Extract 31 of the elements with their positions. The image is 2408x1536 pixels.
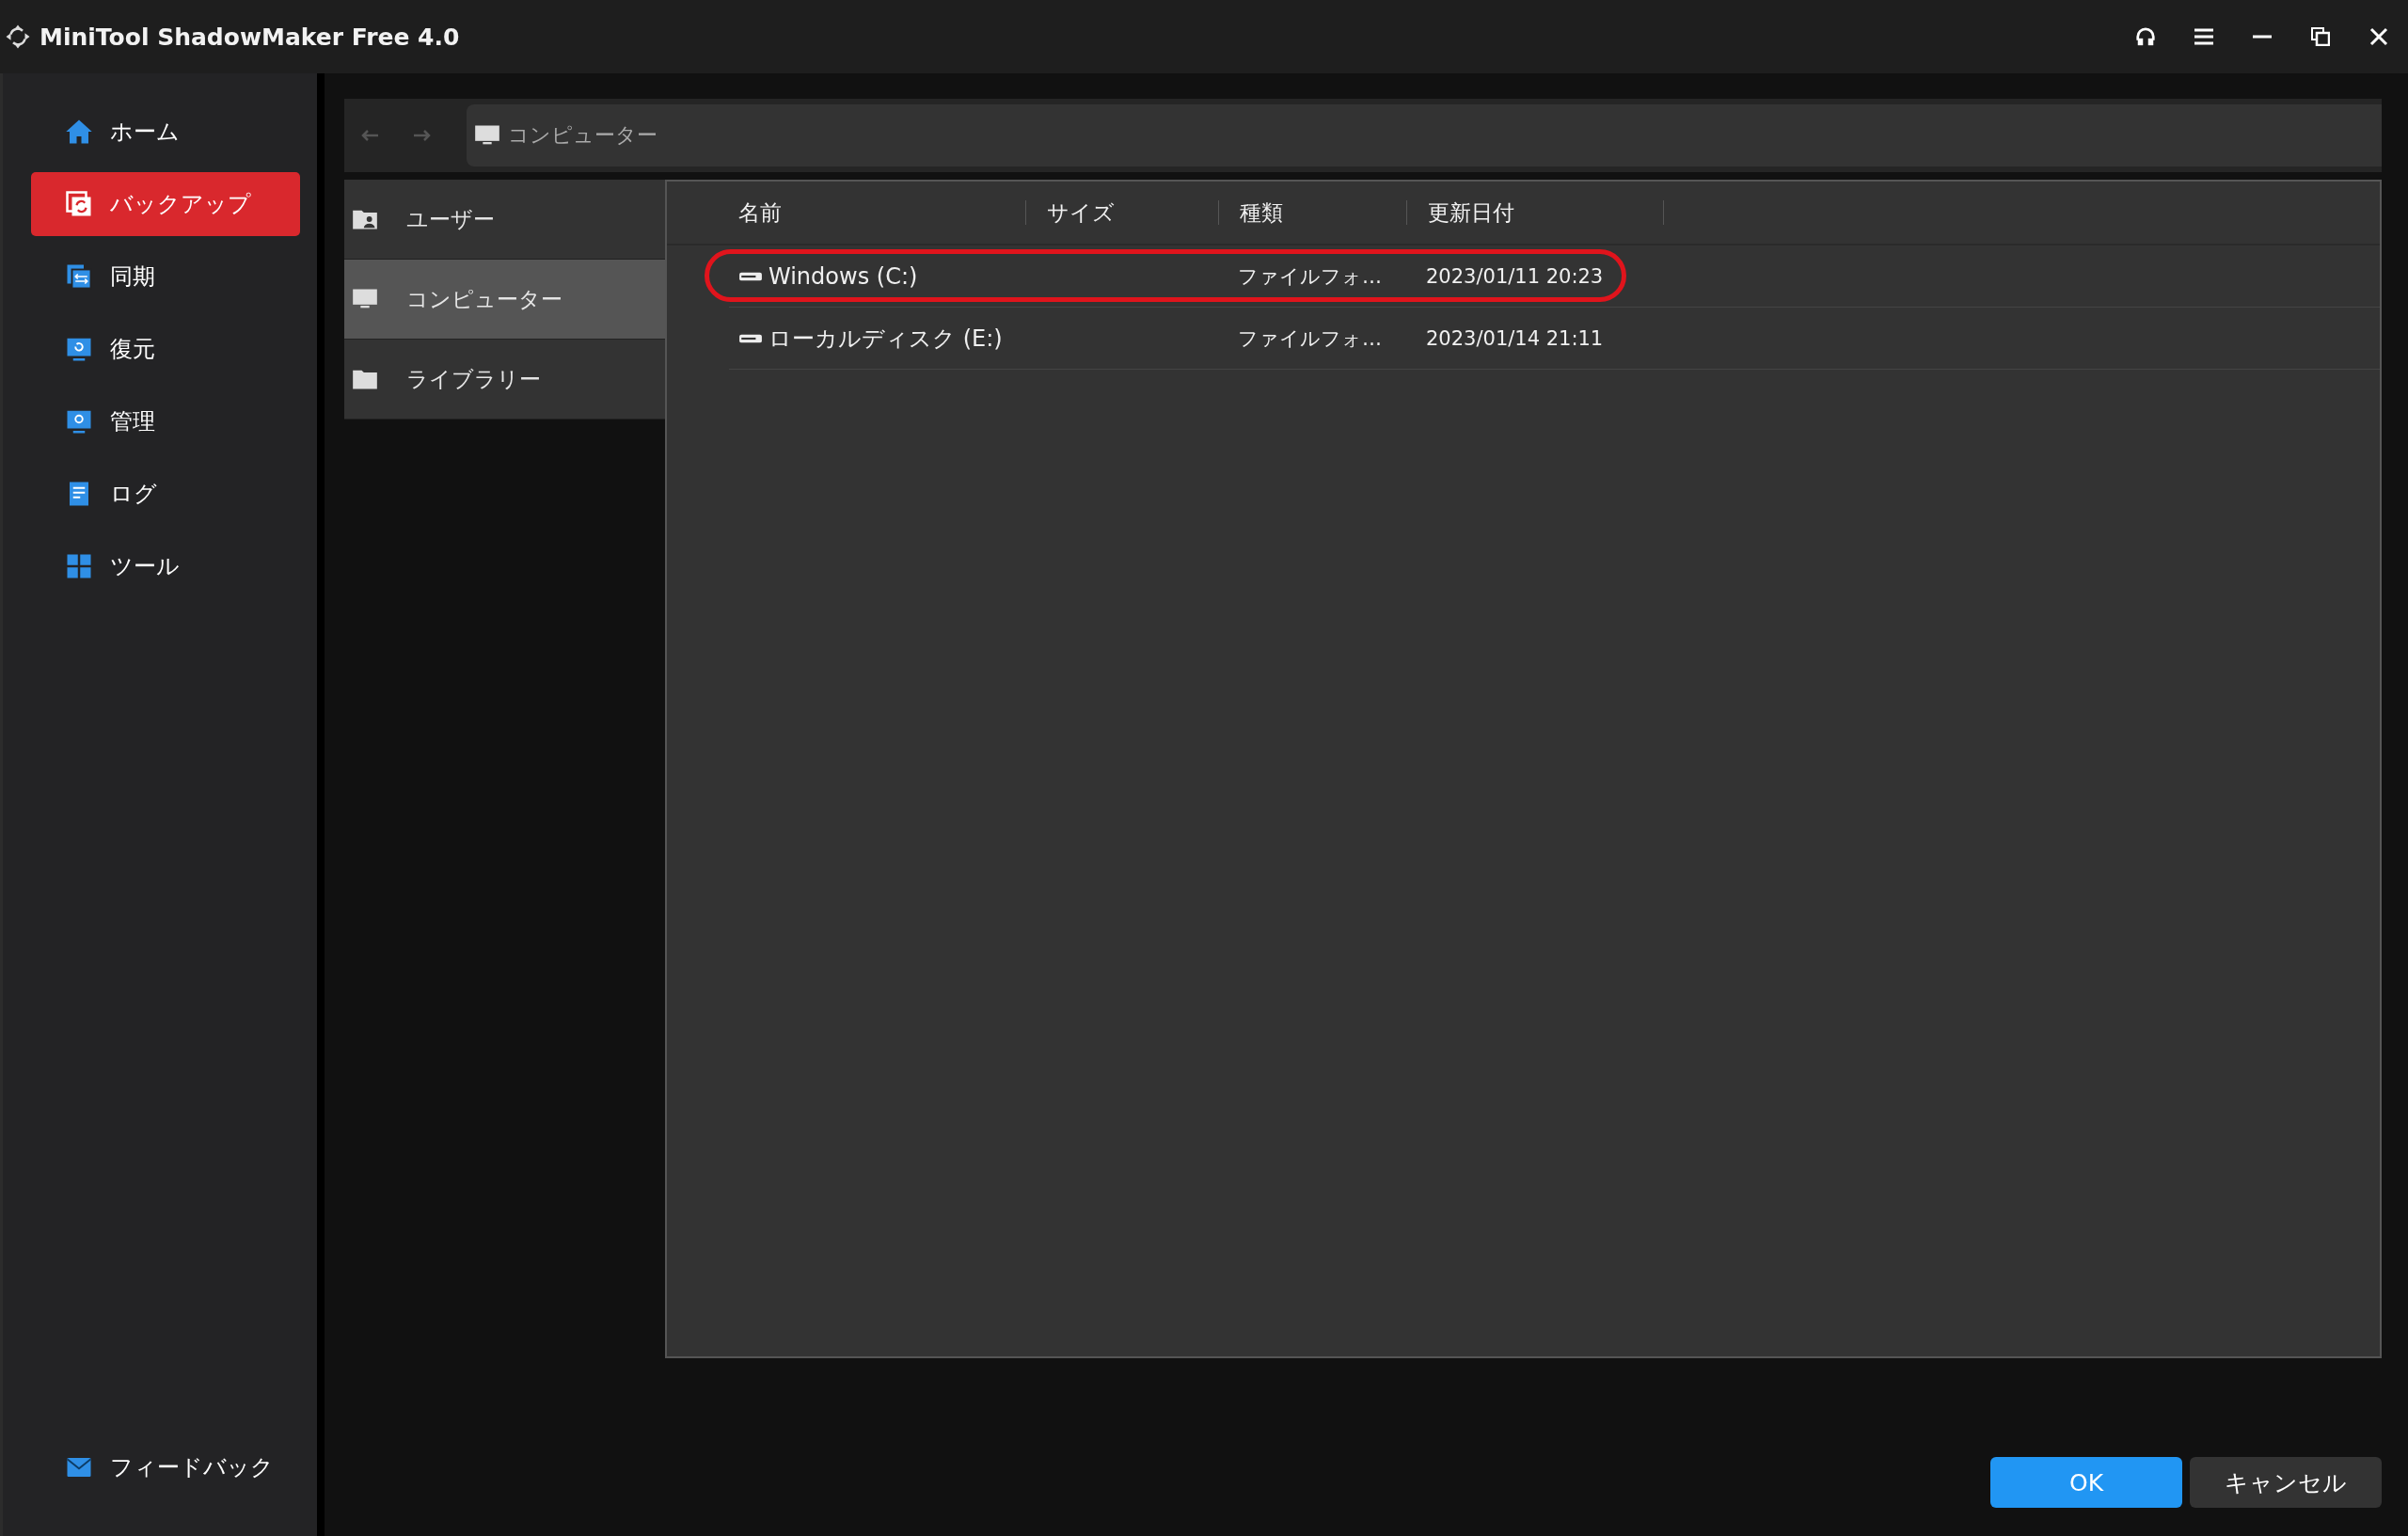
place-item[interactable]: コンピューター xyxy=(344,260,665,340)
cancel-button[interactable]: キャンセル xyxy=(2190,1457,2382,1508)
sidebar-item[interactable]: 管理 xyxy=(31,389,300,453)
sidebar-item[interactable]: 復元 xyxy=(31,317,300,381)
column-header[interactable]: サイズ xyxy=(1026,200,1219,225)
drive-name: Windows (C:) xyxy=(768,262,918,290)
sidebar-item[interactable]: ツール xyxy=(31,534,300,598)
column-header[interactable]: 種類 xyxy=(1219,200,1407,225)
place-item[interactable]: ライブラリー xyxy=(344,340,665,420)
sidebar-item[interactable]: 同期 xyxy=(31,245,300,309)
type-cell-text: ファイルフォ… xyxy=(1237,325,1382,352)
drive-row[interactable]: ローカルディスク (E:) ファイルフォ… 2023/01/14 21:11 xyxy=(729,308,2380,370)
path-field[interactable]: コンピューター xyxy=(467,104,2382,166)
drive-name: ローカルディスク (E:) xyxy=(768,324,1003,354)
drive-row[interactable]: Windows (C:) ファイルフォ… 2023/01/11 20:23 xyxy=(729,245,2380,308)
sidebar-item[interactable]: ログ xyxy=(31,462,300,526)
column-header[interactable]: 更新日付 xyxy=(1407,200,1664,225)
date-cell-text: 2023/01/11 20:23 xyxy=(1425,264,1604,288)
date-cell-text: 2023/01/14 21:11 xyxy=(1425,326,1604,350)
logo-icon xyxy=(4,23,32,51)
sidebar-item[interactable]: ホーム xyxy=(31,100,300,164)
sidebar-item[interactable]: バックアップ xyxy=(31,172,300,236)
sync-icon xyxy=(65,262,93,291)
backup-icon xyxy=(65,190,93,218)
home-icon xyxy=(65,118,93,146)
feedback-link[interactable]: フィードバック xyxy=(31,1435,300,1499)
window-title: MiniTool ShadowMaker Free 4.0 xyxy=(40,23,460,51)
type-cell-text: ファイルフォ… xyxy=(1237,263,1382,290)
place-item[interactable]: ユーザー xyxy=(344,180,665,260)
column-header[interactable]: 名前 xyxy=(721,200,1026,225)
grid-icon xyxy=(65,552,93,580)
